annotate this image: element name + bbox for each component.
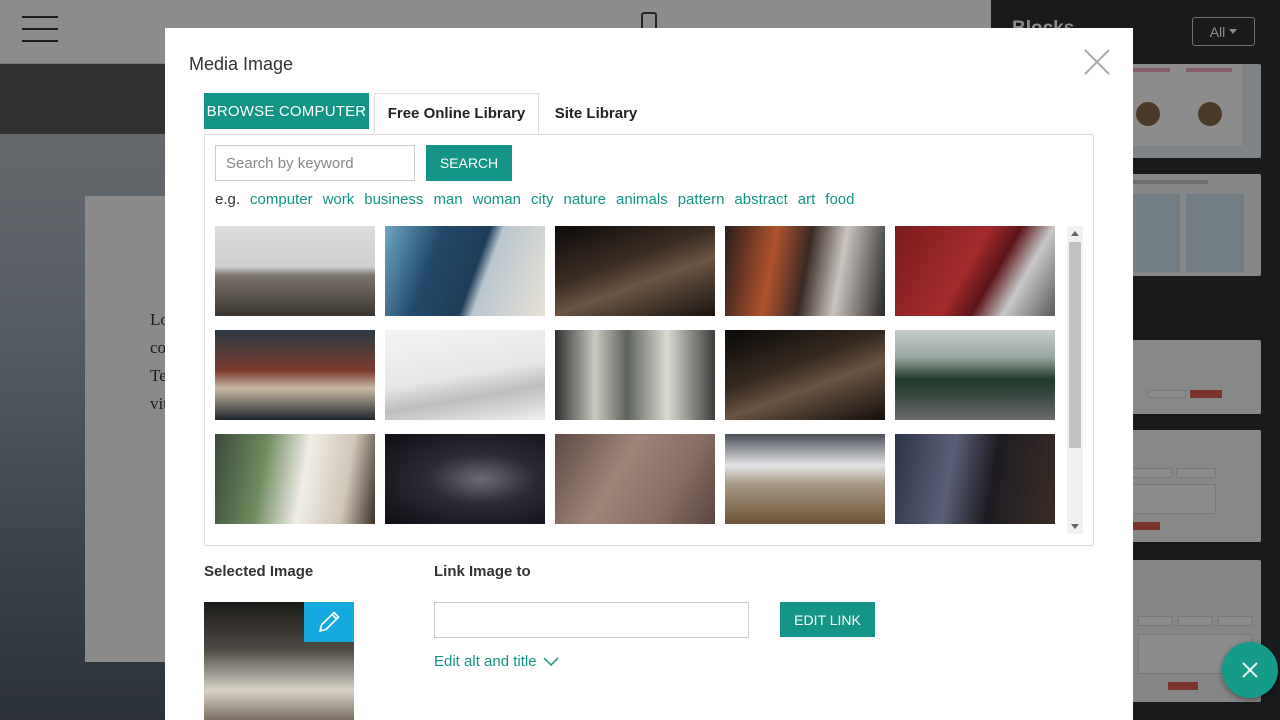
cave-hiker-image-2[interactable] <box>725 330 885 420</box>
close-icon <box>1242 662 1258 678</box>
cave-hiker-image[interactable] <box>555 226 715 316</box>
scroll-down-arrow-icon[interactable] <box>1071 524 1079 529</box>
scrollbar-thumb[interactable] <box>1069 242 1081 448</box>
image-results-grid <box>215 226 1065 526</box>
close-icon <box>1084 49 1110 75</box>
city-lights-reflection-image[interactable] <box>725 226 885 316</box>
chevron-down-icon <box>543 656 559 666</box>
suggestion-link[interactable]: nature <box>563 191 606 208</box>
boardwalk-fog-image[interactable] <box>215 226 375 316</box>
edit-alt-title-toggle[interactable]: Edit alt and title <box>434 653 559 670</box>
suggestion-link[interactable]: business <box>364 191 423 208</box>
results-scrollbar[interactable] <box>1067 226 1083 534</box>
modal-title: Media Image <box>189 54 294 74</box>
suggestion-link[interactable]: woman <box>473 191 521 208</box>
pink-pavement-image[interactable] <box>555 434 715 524</box>
suggestion-link[interactable]: pattern <box>678 191 725 208</box>
suggestion-link[interactable]: animals <box>616 191 668 208</box>
edit-image-button[interactable] <box>304 602 354 642</box>
red-building-facade-image[interactable] <box>895 226 1055 316</box>
suggestion-link[interactable]: art <box>798 191 816 208</box>
free-online-library-panel: SEARCH e.g. computer work business man w… <box>204 134 1094 546</box>
tab-free-online-library[interactable]: Free Online Library <box>374 93 539 134</box>
forest-road-image[interactable] <box>895 330 1055 420</box>
close-fab-button[interactable] <box>1222 642 1278 698</box>
vintage-radio-image[interactable] <box>215 330 375 420</box>
edit-alt-title-label: Edit alt and title <box>434 653 537 670</box>
search-button[interactable]: SEARCH <box>426 145 512 181</box>
media-image-modal: Media Image BROWSE COMPUTER Free Online … <box>165 28 1133 720</box>
suggestion-link[interactable]: computer <box>250 191 313 208</box>
suggestion-link[interactable]: food <box>825 191 854 208</box>
airplane-wing-image[interactable] <box>385 330 545 420</box>
edit-link-button[interactable]: EDIT LINK <box>780 602 875 637</box>
suggestions-prefix: e.g. <box>215 191 241 208</box>
selected-image-label: Selected Image <box>204 563 314 580</box>
phone-photo-dusk-image[interactable] <box>895 434 1055 524</box>
suggestion-link[interactable]: abstract <box>734 191 787 208</box>
cafe-laptop-image[interactable] <box>215 434 375 524</box>
modal-close-button[interactable] <box>1083 48 1111 76</box>
link-url-input[interactable] <box>434 602 749 638</box>
tab-site-library[interactable]: Site Library <box>539 93 653 134</box>
milky-way-image[interactable] <box>385 434 545 524</box>
search-input[interactable] <box>215 145 415 181</box>
skyscraper-aerial-image[interactable] <box>555 330 715 420</box>
glass-skyscrapers-image[interactable] <box>385 226 545 316</box>
pencil-icon <box>319 611 340 632</box>
suggestion-link[interactable]: city <box>531 191 554 208</box>
browse-computer-button[interactable]: BROWSE COMPUTER <box>204 93 369 129</box>
link-image-label: Link Image to <box>434 563 531 580</box>
suggestion-link[interactable]: work <box>323 191 355 208</box>
suggestion-link[interactable]: man <box>433 191 462 208</box>
keyword-suggestions: e.g. computer work business man woman ci… <box>215 191 855 208</box>
scroll-up-arrow-icon[interactable] <box>1071 231 1079 236</box>
snowy-field-image[interactable] <box>725 434 885 524</box>
